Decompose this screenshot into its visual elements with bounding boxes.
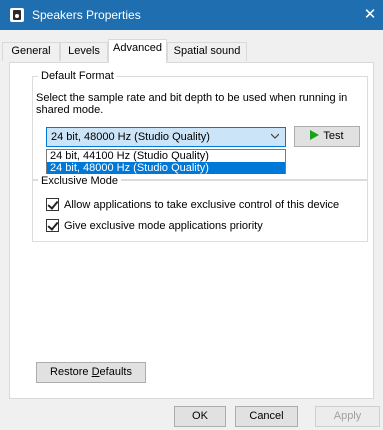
sample-rate-select[interactable]: 24 bit, 48000 Hz (Studio Quality) — [46, 127, 286, 147]
ok-button[interactable]: OK — [174, 406, 226, 427]
default-format-description: Select the sample rate and bit depth to … — [36, 92, 348, 116]
apply-button[interactable]: Apply — [315, 406, 380, 427]
allow-exclusive-label: Allow applications to take exclusive con… — [64, 199, 340, 211]
default-format-legend: Default Format — [38, 70, 117, 82]
cancel-button[interactable]: Cancel — [235, 406, 298, 427]
checkbox-checked-icon — [46, 219, 59, 232]
dropdown-option-selected[interactable]: 24 bit, 48000 Hz (Studio Quality) — [47, 162, 285, 174]
window-title: Speakers Properties — [32, 8, 141, 22]
tab-spatial-sound[interactable]: Spatial sound — [167, 42, 247, 61]
restore-label-prefix: Restore — [50, 366, 92, 378]
exclusive-priority-label: Give exclusive mode applications priorit… — [64, 220, 263, 232]
test-button[interactable]: Test — [294, 126, 360, 147]
tab-advanced[interactable]: Advanced — [108, 39, 167, 63]
restore-label-suffix: efaults — [99, 366, 132, 378]
dropdown-option[interactable]: 24 bit, 44100 Hz (Studio Quality) — [47, 150, 285, 162]
tab-general[interactable]: General — [2, 42, 60, 61]
test-label: Test — [323, 130, 344, 142]
restore-defaults-button[interactable]: Restore Defaults — [36, 362, 146, 383]
checkbox-checked-icon — [46, 198, 59, 211]
sample-rate-dropdown-list: 24 bit, 44100 Hz (Studio Quality) 24 bit… — [46, 149, 286, 174]
title-bar: Speakers Properties ✕ — [0, 0, 383, 30]
sample-rate-value: 24 bit, 48000 Hz (Studio Quality) — [51, 131, 210, 143]
close-icon[interactable]: ✕ — [357, 0, 383, 30]
speaker-icon — [10, 8, 24, 22]
play-icon — [310, 130, 320, 140]
chevron-down-icon — [271, 133, 279, 139]
exclusive-mode-legend: Exclusive Mode — [38, 175, 122, 187]
tab-levels[interactable]: Levels — [60, 42, 108, 61]
restore-label-mnemonic: D — [91, 366, 100, 378]
